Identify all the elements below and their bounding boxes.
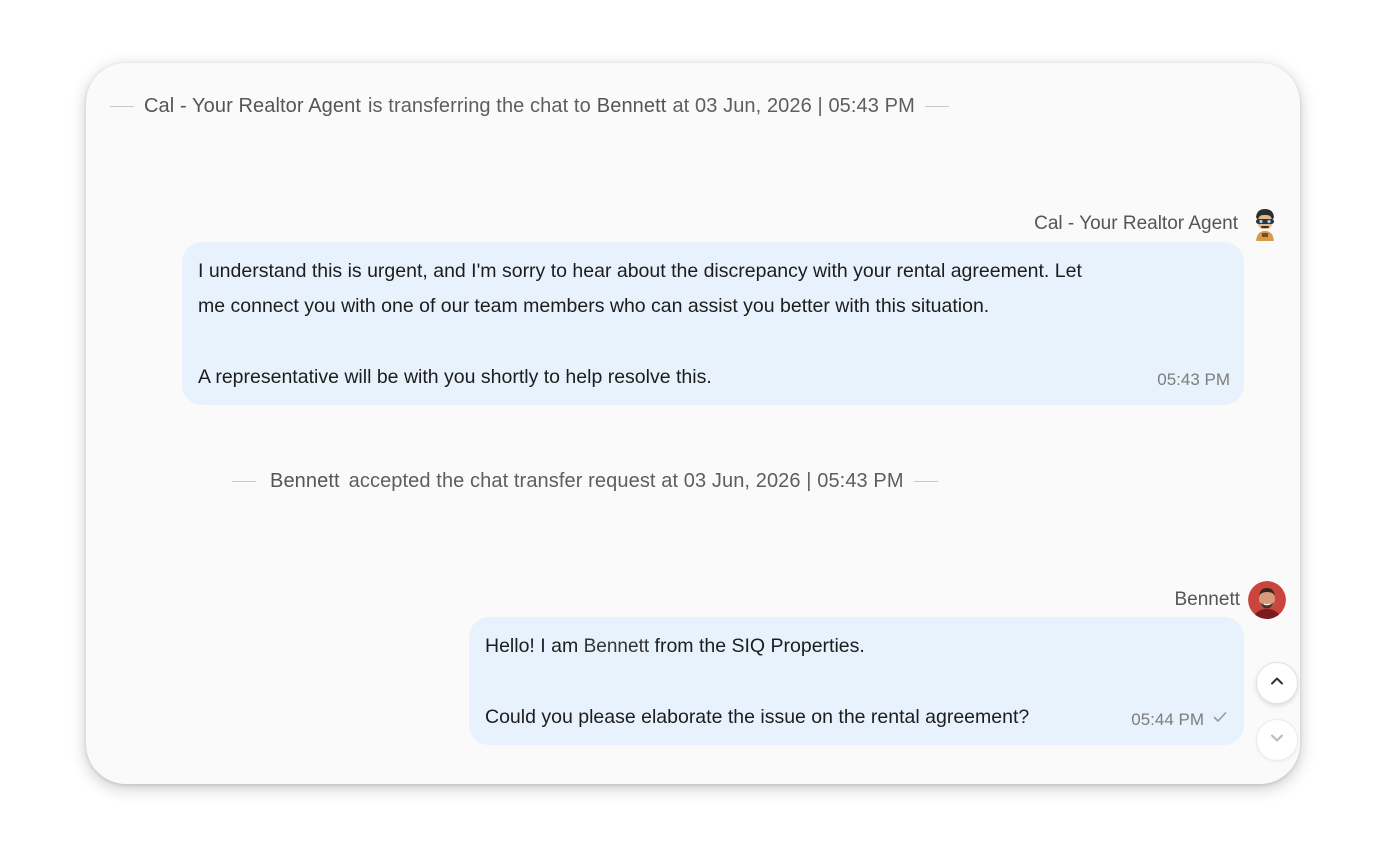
sender-name: Bennett [1174, 589, 1241, 610]
robot-agent-avatar [1246, 205, 1284, 243]
message-line: Hello! I am Bennett from the SIQ Propert… [485, 629, 1228, 664]
transfer-text: is transferring the chat to [367, 95, 591, 117]
accepted-text: accepted the chat transfer request at 03… [348, 470, 904, 492]
message-sender: Cal - Your Realtor Agent [1034, 205, 1284, 243]
greeting-text-rest: from the SIQ Properties. [654, 635, 865, 657]
message-line: A representative will be with you shortl… [198, 366, 712, 388]
message-bubble-bennett: Hello! I am Bennett from the SIQ Propert… [469, 617, 1244, 745]
time-label: 05:44 PM [1131, 710, 1204, 729]
message-bubble-agent: I understand this is urgent, and I'm sor… [182, 242, 1244, 405]
agent-name-inline: Bennett [583, 636, 650, 657]
time-label: 05:43 PM [1157, 370, 1230, 389]
message-time: 05:44 PM [1131, 702, 1228, 737]
divider-right [913, 481, 938, 482]
chevron-down-icon [1268, 729, 1286, 752]
scroll-up-button[interactable] [1256, 662, 1298, 704]
transfer-agent-name: Cal - Your Realtor Agent [144, 95, 361, 117]
chat-window: Cal - Your Realtor Agent is transferring… [86, 63, 1300, 784]
divider-left [110, 106, 134, 107]
sender-name: Cal - Your Realtor Agent [1034, 213, 1238, 234]
divider-left [232, 481, 256, 482]
greeting-text: Hello! I am [485, 635, 579, 657]
transfer-target-name: Bennett [596, 95, 667, 117]
transfer-time: at 03 Jun, 2026 | 05:43 PM [672, 95, 915, 117]
accepted-notice: Bennett accepted the chat transfer reque… [232, 470, 938, 493]
message-time: 05:43 PM [1157, 362, 1230, 397]
accepted-agent-name: Bennett [270, 470, 340, 492]
chevron-up-icon [1268, 672, 1286, 695]
message-line: me connect you with one of our team memb… [198, 295, 990, 317]
message-sender: Bennett [1174, 581, 1286, 619]
check-icon [1212, 702, 1228, 737]
person-avatar [1248, 581, 1286, 619]
divider-right [924, 106, 949, 107]
scroll-down-button[interactable] [1256, 719, 1298, 761]
message-line: I understand this is urgent, and I'm sor… [198, 260, 1082, 282]
message-line: Could you please elaborate the issue on … [485, 706, 1030, 728]
transfer-notice: Cal - Your Realtor Agent is transferring… [110, 95, 949, 118]
